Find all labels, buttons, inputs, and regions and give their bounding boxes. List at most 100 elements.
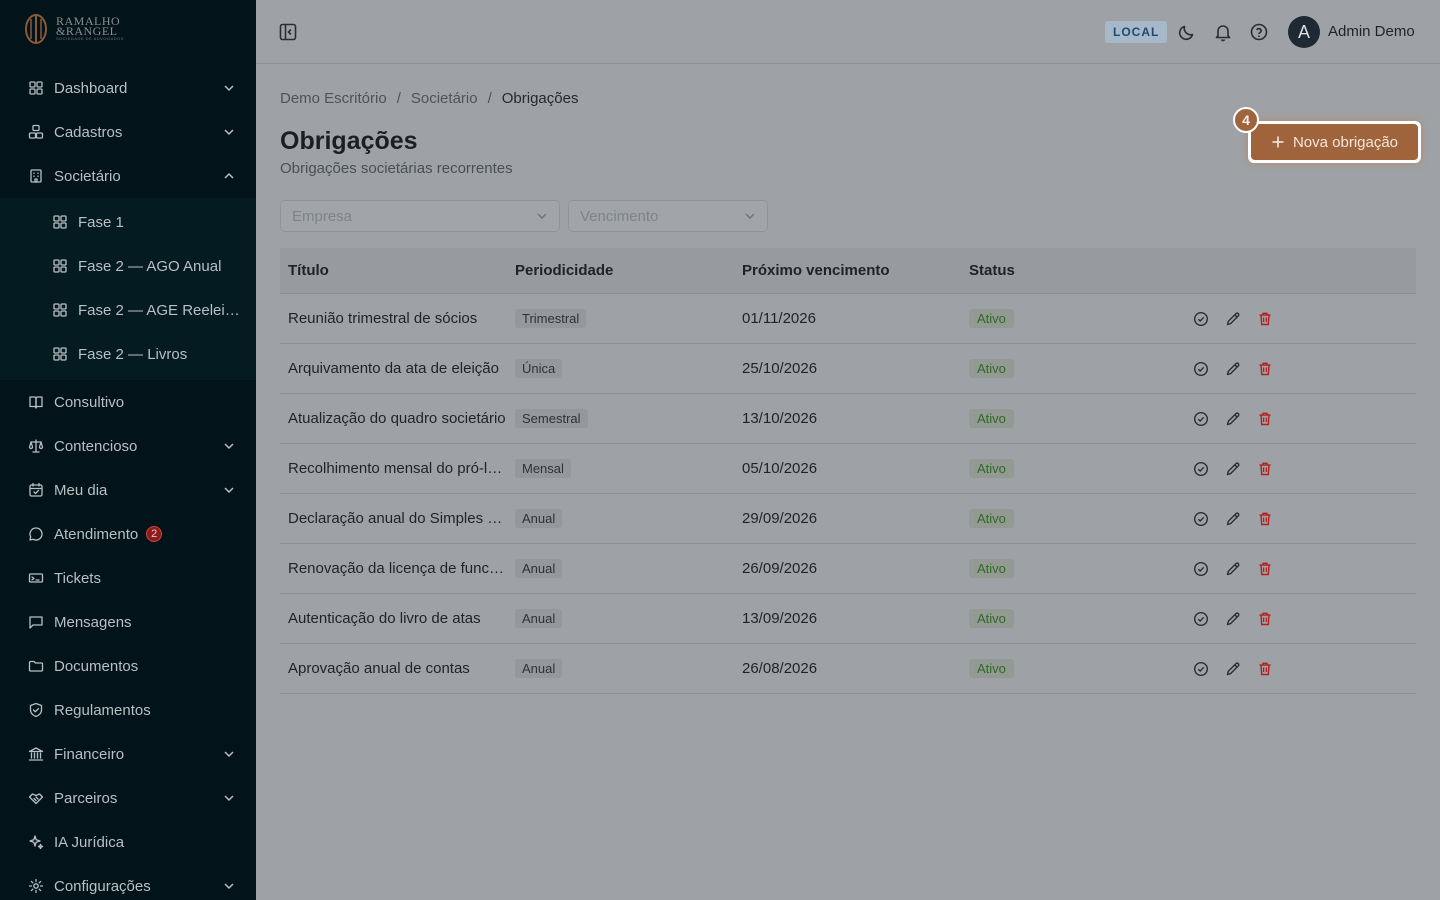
new-obligation-button-inner[interactable]: Nova obrigação [1251,124,1418,160]
edit-icon[interactable] [1224,510,1242,528]
sidebar-toggle-icon[interactable] [278,22,298,42]
edit-icon[interactable] [1224,310,1242,328]
edit-icon[interactable] [1224,410,1242,428]
complete-icon[interactable] [1192,410,1210,428]
table-row[interactable]: Renovação da licença de funcionamento Anu… [280,544,1416,594]
avatar[interactable]: A [1288,16,1320,48]
trash-icon[interactable] [1256,410,1274,428]
sidebar-subitem-fase-2-livros[interactable]: Fase 2 — Livros [0,332,240,376]
brand-logo[interactable]: RAMALHO &RANGEL SOCIEDADE DE ADVOGADOS [24,12,124,46]
sidebar-item-dashboard[interactable]: Dashboard [0,66,256,110]
complete-icon[interactable] [1192,460,1210,478]
chevron-down-icon[interactable] [222,439,236,453]
edit-icon[interactable] [1224,560,1242,578]
plus-icon [1272,136,1284,148]
empresa-select[interactable]: Empresa [280,200,560,232]
trash-icon[interactable] [1256,310,1274,328]
table-row[interactable]: Reunião trimestral de sócios Trimestral 01… [280,294,1416,344]
breadcrumb: Demo Escritório / Societário / Obrigaçõe… [280,90,578,107]
complete-icon[interactable] [1192,560,1210,578]
periodicidade-tag: Trimestral [515,309,587,328]
edit-icon[interactable] [1224,610,1242,628]
sidebar-item-consultivo[interactable]: Consultivo [0,380,256,424]
table-row[interactable]: Aprovação anual de contas Anual 26/08/2026… [280,644,1416,694]
sidebar-item-label: IA Jurídica [54,833,125,851]
grid-icon [53,347,67,361]
trash-icon[interactable] [1256,460,1274,478]
breadcrumb-item-escritorio[interactable]: Demo Escritório [280,90,387,107]
complete-icon[interactable] [1192,310,1210,328]
periodicidade-tag: Semestral [515,409,588,428]
cell-titulo: Atualização do quadro societário [288,410,506,427]
periodicidade-tag: Anual [515,509,563,528]
status-badge: Ativo [969,409,1014,428]
header-titulo[interactable]: Título [280,262,507,279]
sidebar-item-societario[interactable]: Societário [0,154,256,198]
unread-badge: 2 [146,526,163,542]
row-actions [1188,660,1416,678]
help-icon[interactable] [1249,22,1269,42]
boxes-icon [28,124,44,139]
complete-icon[interactable] [1192,510,1210,528]
sidebar-subitem-fase-2-ago-anual[interactable]: Fase 2 — AGO Anual [0,244,240,288]
sidebar-item-financeiro[interactable]: Financeiro [0,732,256,776]
chevron-down-icon[interactable] [222,125,236,139]
chevron-up-icon[interactable] [222,169,236,183]
chevron-down-icon[interactable] [222,81,236,95]
folder-icon [28,660,44,672]
breadcrumb-item-societario[interactable]: Societário [411,90,478,107]
sidebar-item-contencioso[interactable]: Contencioso [0,424,256,468]
moon-icon[interactable] [1177,22,1197,42]
chevron-down-icon[interactable] [222,879,236,893]
trash-icon[interactable] [1256,660,1274,678]
complete-icon[interactable] [1192,660,1210,678]
row-actions [1188,410,1416,428]
cell-vencimento: 01/11/2026 [742,310,816,327]
edit-icon[interactable] [1224,660,1242,678]
bell-icon[interactable] [1213,22,1233,42]
sidebar-item-regulamentos[interactable]: Regulamentos [0,688,256,732]
chevron-down-icon[interactable] [222,483,236,497]
status-badge: Ativo [969,359,1014,378]
complete-icon[interactable] [1192,360,1210,378]
user-name[interactable]: Admin Demo [1328,23,1415,40]
new-obligation-button[interactable]: Nova obrigação [1248,121,1421,163]
sidebar-item-meu-dia[interactable]: Meu dia [0,468,256,512]
trash-icon[interactable] [1256,360,1274,378]
breadcrumb-item-current: Obrigações [501,90,579,107]
chevron-down-icon[interactable] [222,747,236,761]
sidebar-item-label: Mensagens [54,613,132,631]
table-row[interactable]: Atualização do quadro societário Semestra… [280,394,1416,444]
chevron-down-icon[interactable] [222,791,236,805]
header-vencimento[interactable]: Próximo vencimento [734,262,961,279]
new-obligation-label: Nova obrigação [1292,133,1399,151]
sidebar-item-tickets[interactable]: Tickets [0,556,256,600]
bank-icon [28,747,44,761]
sidebar-item-cadastros[interactable]: Cadastros [0,110,256,154]
table-row[interactable]: Autenticação do livro de atas Anual 13/09/… [280,594,1416,644]
chevron-down-icon [745,213,755,219]
sidebar-item-ia-juridica[interactable]: IA Jurídica [0,820,256,864]
sidebar-item-documentos[interactable]: Documentos [0,644,256,688]
header-status[interactable]: Status [961,262,1188,279]
header-periodicidade[interactable]: Periodicidade [507,262,734,279]
table-row[interactable]: Arquivamento da ata de eleição Única 25/10… [280,344,1416,394]
edit-icon[interactable] [1224,360,1242,378]
trash-icon[interactable] [1256,610,1274,628]
calendar-icon [29,482,43,497]
table-row[interactable]: Declaração anual do Simples Nacional Anua… [280,494,1416,544]
trash-icon[interactable] [1256,510,1274,528]
sidebar-item-mensagens[interactable]: Mensagens [0,600,256,644]
breadcrumb-separator: / [396,90,401,107]
edit-icon[interactable] [1224,460,1242,478]
sidebar-item-atendimento[interactable]: Atendimento 2 [0,512,256,556]
vencimento-select[interactable]: Vencimento [568,200,768,232]
sidebar-item-parceiros[interactable]: Parceiros [0,776,256,820]
table-row[interactable]: Recolhimento mensal do pró-labore Mensal 0… [280,444,1416,494]
sidebar-subitem-fase-1[interactable]: Fase 1 [0,200,240,244]
complete-icon[interactable] [1192,610,1210,628]
sidebar-item-configuracoes[interactable]: Configurações [0,864,256,900]
trash-icon[interactable] [1256,560,1274,578]
sparkles-icon [29,835,44,850]
sidebar-subitem-fase-2-age-reeleicao[interactable]: Fase 2 — AGE Reeleição [0,288,240,332]
